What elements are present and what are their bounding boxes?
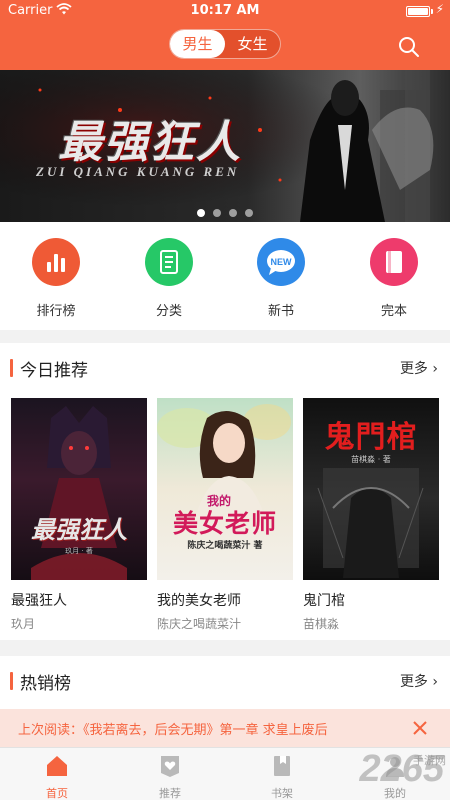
category-label: 新书	[267, 304, 294, 319]
tab-male[interactable]: 男生	[170, 30, 225, 58]
cover-author: 苗棋淼 · 著	[351, 455, 391, 464]
section-title: 热销榜	[20, 674, 71, 694]
battery-cap	[431, 9, 433, 14]
more-button[interactable]: 更多 ›	[400, 671, 438, 691]
cover-title: 鬼門棺	[324, 420, 418, 455]
book-author: 陈庆之喝蔬菜汁	[157, 617, 242, 631]
tab-recommend[interactable]: 推荐	[140, 754, 200, 800]
bookshelf-icon	[274, 756, 290, 776]
today-recommend-section: 今日推荐 更多 › 最强狂人 玖月 · 著 最强狂人 玖月 我的 美女老师 陈庆…	[0, 343, 450, 640]
book-title: 鬼门棺	[303, 593, 345, 609]
tab-label: 首页	[46, 787, 68, 800]
category-ranking[interactable]: 排行榜	[16, 238, 96, 319]
book-cover[interactable]: 鬼門棺 苗棋淼 · 著	[303, 398, 439, 580]
more-label: 更多	[399, 674, 428, 690]
status-bar: Carrier 10:17 AM ⚡	[0, 0, 450, 22]
category-label: 排行榜	[36, 304, 76, 319]
category-new[interactable]: NEW 新书	[241, 238, 321, 319]
more-button[interactable]: 更多 ›	[400, 358, 438, 378]
search-icon[interactable]	[398, 36, 420, 58]
tab-label: 书架	[271, 787, 293, 800]
banner-title: 最强狂人	[58, 117, 242, 168]
tab-female[interactable]: 女生	[225, 30, 280, 58]
list-icon	[145, 238, 193, 286]
cover-author: 玖月 · 著	[65, 547, 93, 555]
site-watermark-sub: 手游网	[413, 754, 446, 767]
tab-label: 推荐	[159, 787, 181, 800]
tab-home[interactable]: 首页	[27, 754, 87, 800]
carousel-dot[interactable]	[213, 209, 221, 217]
carousel-dot[interactable]	[229, 209, 237, 217]
book-icon	[370, 238, 418, 286]
book-title: 最强狂人	[11, 593, 67, 609]
section-title: 今日推荐	[20, 361, 88, 381]
battery-icon	[406, 6, 430, 17]
book-card[interactable]: 鬼門棺 苗棋淼 · 著 鬼门棺 苗棋淼	[303, 398, 439, 632]
section-header: 热销榜 更多 ›	[0, 656, 450, 704]
book-card[interactable]: 我的 美女老师 陈庆之喝蔬菜汁 著 我的美女老师 陈庆之喝蔬菜汁	[157, 398, 293, 632]
carousel-dot[interactable]	[245, 209, 253, 217]
gender-toggle: 男生 女生	[169, 29, 281, 59]
tab-bookshelf[interactable]: 书架	[252, 754, 312, 800]
more-label: 更多	[399, 361, 428, 377]
book-author: 苗棋淼	[303, 617, 340, 631]
carousel-dot[interactable]	[197, 209, 205, 217]
category-label: 分类	[155, 304, 182, 319]
book-cover[interactable]: 我的 美女老师 陈庆之喝蔬菜汁 著	[157, 398, 293, 580]
book-title: 我的美女老师	[157, 593, 241, 609]
section-header: 今日推荐 更多 ›	[0, 343, 450, 391]
banner-carousel[interactable]: 最强狂人 ZUI QIANG KUANG REN	[0, 70, 450, 222]
last-read-text[interactable]: 上次阅读：《我若离去，后会无期》第一章 求皇上废后	[18, 719, 328, 738]
book-cover[interactable]: 最强狂人 玖月 · 著	[11, 398, 147, 580]
chevron-right-icon: ›	[432, 674, 438, 690]
category-finished[interactable]: 完本	[354, 238, 434, 319]
book-card[interactable]: 最强狂人 玖月 · 著 最强狂人 玖月	[11, 398, 147, 632]
cover-title: 美女老师	[172, 509, 277, 538]
cover-title: 最强狂人	[31, 515, 127, 544]
app-header: Carrier 10:17 AM ⚡ 男生 女生	[0, 0, 450, 70]
close-icon[interactable]	[412, 720, 428, 736]
chart-icon	[32, 238, 80, 286]
category-classify[interactable]: 分类	[129, 238, 209, 319]
book-author: 玖月	[11, 617, 36, 631]
category-label: 完本	[380, 304, 407, 319]
charging-icon: ⚡	[435, 2, 444, 16]
home-icon	[47, 756, 67, 776]
carousel-dots	[0, 202, 450, 221]
cover-art	[157, 404, 291, 518]
new-badge-icon: NEW	[257, 238, 305, 286]
banner-subtitle: ZUI QIANG KUANG REN	[36, 164, 240, 179]
section-accent	[10, 672, 13, 690]
last-read-bar[interactable]: 上次阅读：《我若离去，后会无期》第一章 求皇上废后	[0, 709, 450, 747]
category-shortcuts: 排行榜 分类 NEW 新书 完本	[0, 222, 450, 330]
clock: 10:17 AM	[190, 3, 260, 18]
chevron-right-icon: ›	[432, 361, 438, 377]
section-accent	[10, 359, 13, 377]
bestseller-section: 热销榜 更多 ›	[0, 656, 450, 709]
heart-icon	[161, 756, 179, 777]
new-badge-text: NEW	[271, 257, 293, 267]
cover-caption: 陈庆之喝蔬菜汁 著	[187, 541, 263, 551]
